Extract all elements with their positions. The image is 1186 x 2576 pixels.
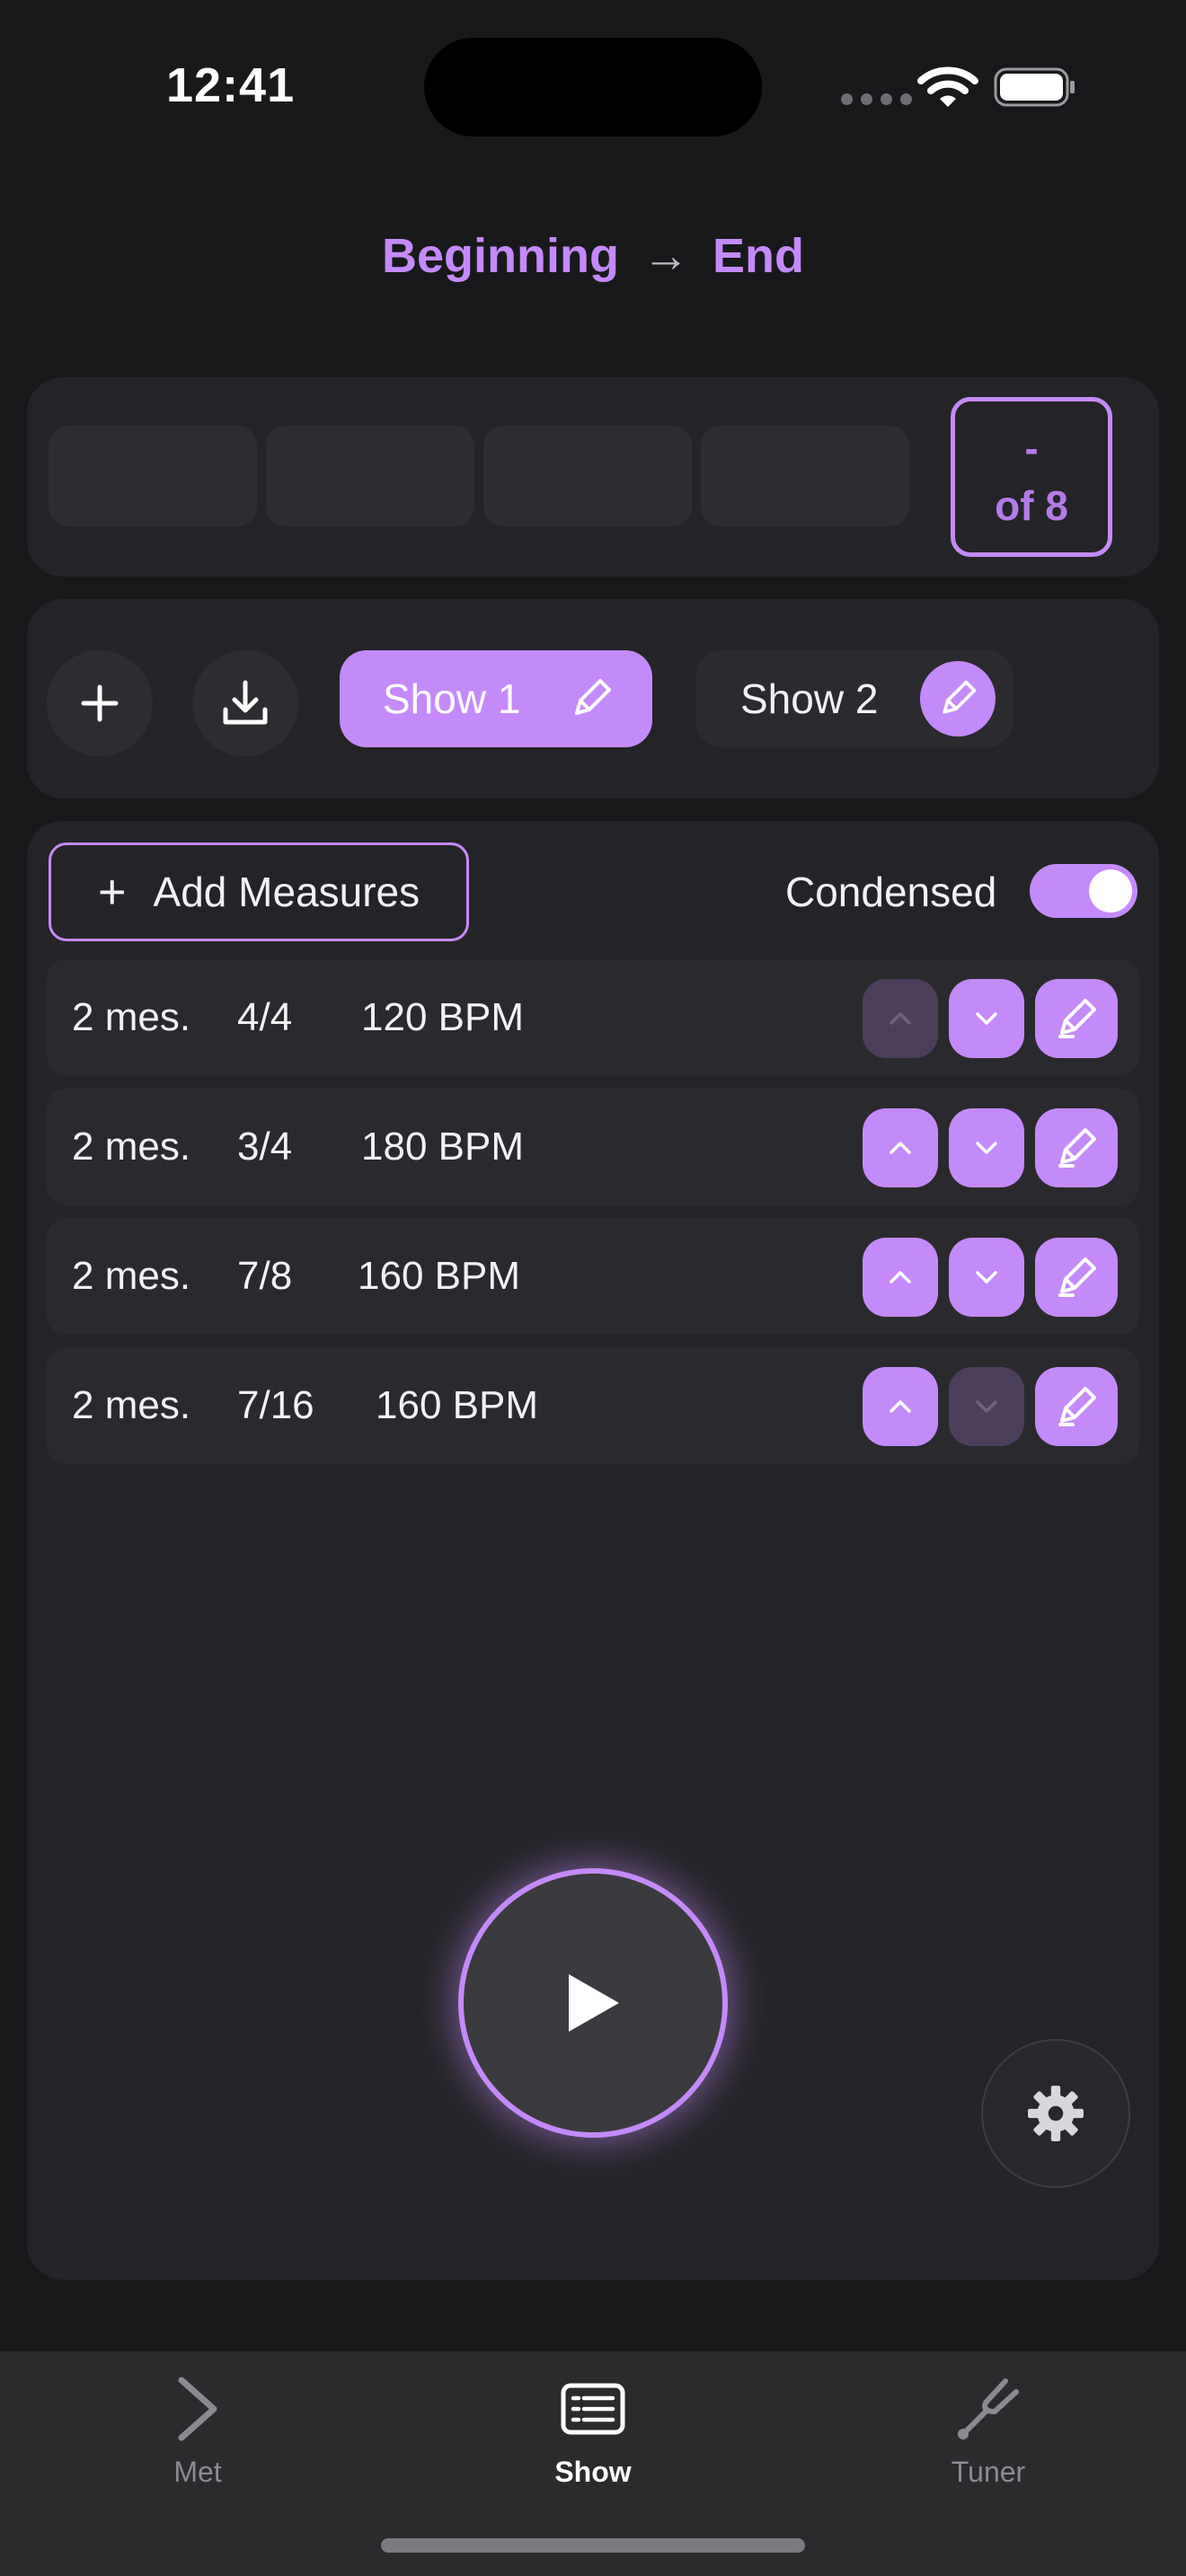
measure-counter: - of 8: [951, 397, 1112, 557]
time-signature: 4/4: [237, 995, 293, 1039]
condensed-toggle[interactable]: [1030, 864, 1137, 918]
cellular-signal-icon: [841, 93, 912, 105]
play-icon: [569, 1974, 619, 2032]
tempo: 120 BPM: [361, 995, 524, 1039]
tempo: 180 BPM: [361, 1125, 524, 1169]
tab-met[interactable]: Met: [90, 2373, 305, 2508]
edit-measure-button[interactable]: [1035, 1238, 1118, 1317]
chevron-up-icon: [890, 1271, 911, 1284]
measure-total: of 8: [995, 482, 1068, 529]
shows-bar: Show 1 Show 2: [27, 599, 1159, 798]
home-indicator: [381, 2538, 805, 2553]
pencil-icon: [943, 680, 977, 714]
measure-row[interactable]: 2 mes. 7/16 160 BPM: [47, 1347, 1139, 1464]
measures-panel: + Add Measures Condensed 2 mes. 4/4 120 …: [27, 821, 1159, 2280]
chevron-down-icon: [976, 1400, 997, 1413]
chevron-up-icon: [890, 1400, 911, 1413]
gear-icon: [1028, 2086, 1084, 2141]
play-button[interactable]: [458, 1868, 728, 2138]
beat-cell: [49, 426, 257, 526]
plus-icon: [81, 684, 119, 722]
time-signature: 7/8: [237, 1254, 293, 1298]
pencil-icon: [1058, 1128, 1096, 1168]
pencil-icon: [575, 679, 611, 715]
move-up-button[interactable]: [863, 979, 938, 1058]
import-show-button[interactable]: [192, 650, 298, 756]
edit-measure-button[interactable]: [1035, 1108, 1118, 1187]
toggle-knob: [1089, 869, 1132, 913]
edit-show-button[interactable]: [564, 672, 618, 726]
move-up-button[interactable]: [863, 1367, 938, 1446]
dynamic-island: [424, 38, 762, 137]
move-down-button[interactable]: [949, 979, 1024, 1058]
wifi-icon: [917, 66, 978, 107]
chevron-right-icon: [162, 2373, 234, 2445]
arrow-right-icon: →: [642, 230, 689, 282]
tab-label: Tuner: [951, 2456, 1026, 2488]
range-start: Beginning: [382, 229, 619, 283]
measure-current: -: [1024, 425, 1039, 472]
measure-visualizer: - of 8: [27, 377, 1159, 577]
download-icon: [223, 680, 268, 725]
show-tab-2[interactable]: Show 2: [695, 650, 1013, 747]
beat-cell: [266, 426, 474, 526]
measure-count: 2 mes.: [72, 1254, 191, 1298]
move-up-button[interactable]: [863, 1238, 938, 1317]
move-up-button[interactable]: [863, 1108, 938, 1187]
move-down-button[interactable]: [949, 1108, 1024, 1187]
add-measures-label: Add Measures: [153, 869, 420, 915]
measure-count: 2 mes.: [72, 1125, 191, 1169]
edit-show-button[interactable]: [920, 661, 996, 737]
time-signature: 3/4: [237, 1125, 293, 1169]
move-down-button[interactable]: [949, 1238, 1024, 1317]
measure-count: 2 mes.: [72, 1383, 191, 1427]
beat-cell: [701, 426, 909, 526]
chevron-down-icon: [976, 1142, 997, 1154]
tab-show[interactable]: Show: [485, 2373, 701, 2508]
condensed-label: Condensed: [785, 869, 997, 915]
measure-row[interactable]: 2 mes. 7/8 160 BPM: [47, 1218, 1139, 1335]
tab-label: Show: [554, 2456, 632, 2488]
beat-cell: [483, 426, 692, 526]
add-measures-button[interactable]: + Add Measures: [49, 842, 469, 941]
measure-row[interactable]: 2 mes. 4/4 120 BPM: [47, 959, 1139, 1076]
tempo: 160 BPM: [376, 1383, 538, 1427]
edit-measure-button[interactable]: [1035, 979, 1118, 1058]
measure-row[interactable]: 2 mes. 3/4 180 BPM: [47, 1089, 1139, 1205]
time-signature: 7/16: [237, 1383, 314, 1427]
tab-label: Met: [173, 2456, 222, 2488]
plus-icon: +: [98, 865, 127, 919]
chevron-up-icon: [890, 1012, 911, 1025]
pencil-icon: [1058, 1257, 1096, 1297]
show-tab-label: Show 2: [740, 675, 879, 722]
battery-icon: [994, 67, 1075, 107]
status-time: 12:41: [166, 58, 296, 112]
chevron-down-icon: [976, 1271, 997, 1284]
measure-count: 2 mes.: [72, 995, 191, 1039]
chevron-up-icon: [890, 1142, 911, 1154]
chevron-down-icon: [976, 1012, 997, 1025]
list-icon: [557, 2373, 629, 2445]
add-show-button[interactable]: [47, 650, 153, 756]
show-tab-label: Show 1: [383, 675, 521, 722]
tuning-fork-icon: [952, 2373, 1024, 2445]
range-end: End: [712, 229, 804, 283]
tab-tuner[interactable]: Tuner: [881, 2373, 1096, 2508]
edit-measure-button[interactable]: [1035, 1367, 1118, 1446]
show-tab-1[interactable]: Show 1: [340, 650, 652, 747]
move-down-button[interactable]: [949, 1367, 1024, 1446]
pencil-icon: [1058, 999, 1096, 1038]
tempo: 160 BPM: [358, 1254, 520, 1298]
range-title[interactable]: Beginning → End: [0, 225, 1186, 287]
settings-button[interactable]: [981, 2039, 1130, 2188]
pencil-icon: [1058, 1387, 1096, 1426]
